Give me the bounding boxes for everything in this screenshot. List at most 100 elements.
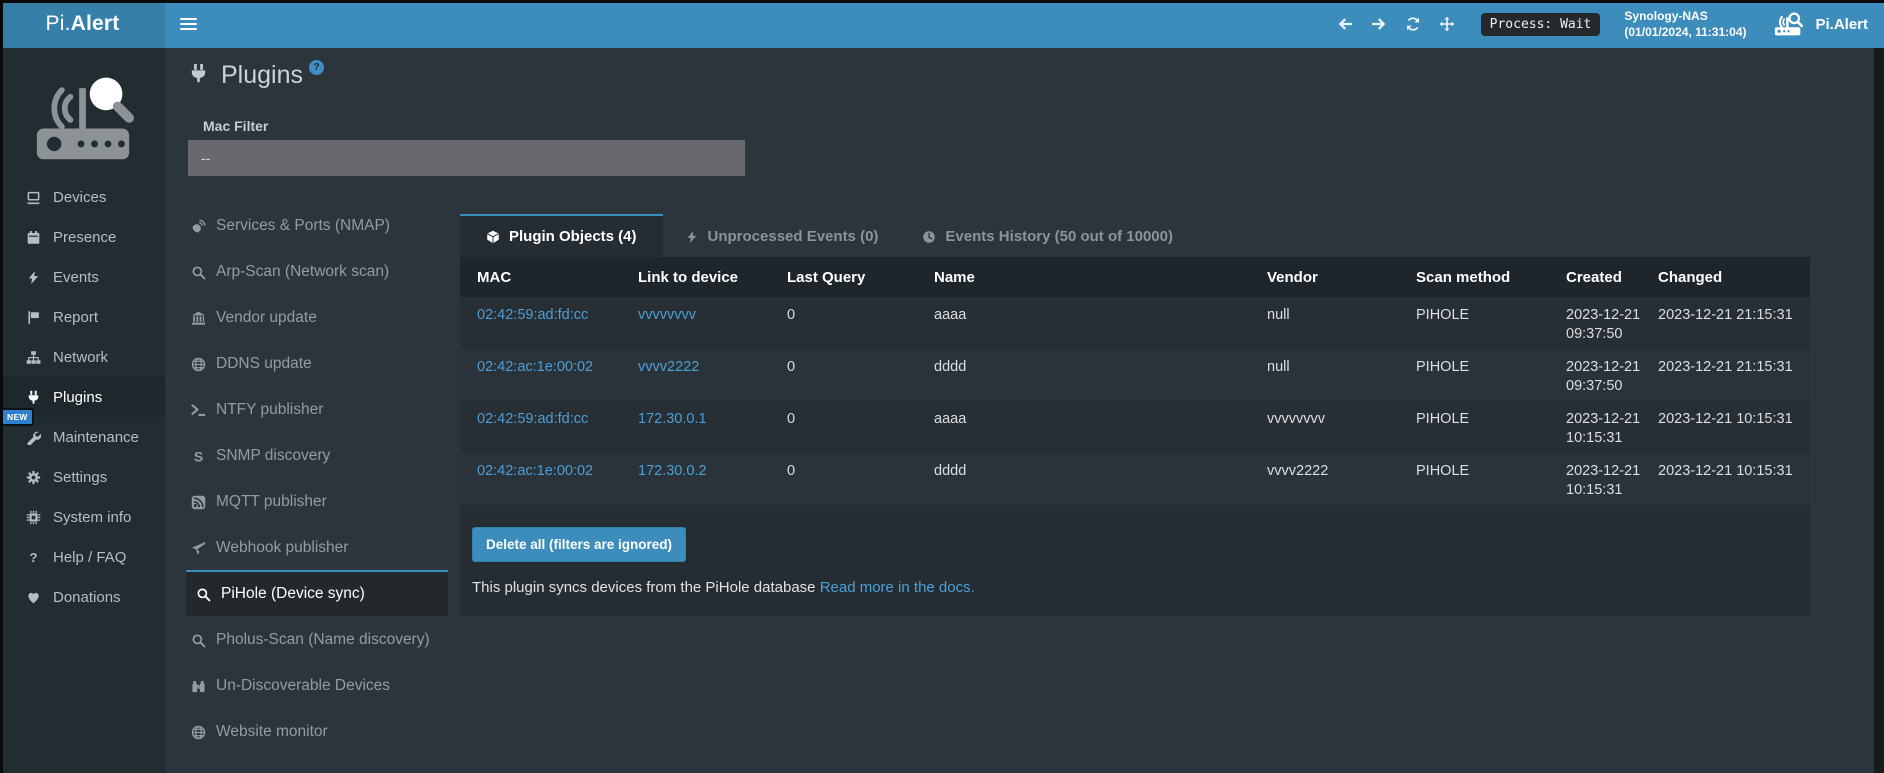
tab-unprocessed-events-0[interactable]: Unprocessed Events (0): [663, 214, 901, 257]
column-header-scan-method: Scan method: [1408, 257, 1558, 297]
sidebar-item-label: Events: [53, 269, 99, 286]
sidebar-item-report[interactable]: Report: [0, 297, 165, 337]
brand-logo[interactable]: Pi.Alert: [0, 0, 165, 48]
cell-mac: 02:42:ac:1e:00:02: [460, 349, 630, 401]
device-link[interactable]: vvvv2222: [638, 359, 699, 375]
help-badge[interactable]: ?: [309, 60, 324, 75]
sidebar-item-donations[interactable]: Donations: [0, 577, 165, 617]
cell-link: 172.30.0.2: [630, 453, 779, 505]
binoculars-icon: [189, 679, 207, 694]
device-link[interactable]: vvvvvvvv: [638, 307, 696, 323]
plugin-nav-item-ddns-update[interactable]: DDNS update: [186, 340, 448, 386]
column-header-vendor: Vendor: [1259, 257, 1408, 297]
bolt-icon: [685, 230, 699, 244]
clock-icon: [922, 230, 936, 244]
tab-label: Events History (50 out of 10000): [945, 228, 1173, 245]
plugin-nav-item-services-ports-nmap[interactable]: Services & Ports (NMAP): [186, 202, 448, 248]
plugin-nav-item-un-discoverable-devices[interactable]: Un-Discoverable Devices: [186, 662, 448, 708]
plugin-nav-item-mqtt-publisher[interactable]: MQTT publisher: [186, 478, 448, 524]
plugin-nav-item-ntfy-publisher[interactable]: NTFY publisher: [186, 386, 448, 432]
device-link[interactable]: 172.30.0.2: [638, 463, 707, 479]
laptop-icon: [22, 190, 44, 205]
device-link[interactable]: 172.30.0.1: [638, 411, 707, 427]
sidebar-item-devices[interactable]: Devices: [0, 177, 165, 217]
cell-name: dddd: [926, 349, 1259, 401]
mac-link[interactable]: 02:42:ac:1e:00:02: [477, 359, 593, 375]
tab-events-history-50-out-of-10000[interactable]: Events History (50 out of 10000): [900, 214, 1195, 257]
terminal-icon: [189, 403, 207, 418]
sidebar-item-label: Plugins: [53, 389, 102, 406]
plugin-nav-item-pholus-scan-name-discovery[interactable]: Pholus-Scan (Name discovery): [186, 616, 448, 662]
plugin-nav-label: Services & Ports (NMAP): [216, 217, 390, 235]
plugin-nav-item-arp-scan-network-scan[interactable]: Arp-Scan (Network scan): [186, 248, 448, 294]
table-row: 02:42:ac:1e:00:02vvvv22220ddddnullPIHOLE…: [460, 349, 1810, 401]
plugin-nav-label: Website monitor: [216, 723, 328, 741]
plugin-nav-item-website-monitor[interactable]: Website monitor: [186, 708, 448, 754]
plugin-nav-item-snmp-discovery[interactable]: SSNMP discovery: [186, 432, 448, 478]
plugin-nav-item-vendor-update[interactable]: Vendor update: [186, 294, 448, 340]
cell-mac: 02:42:ac:1e:00:02: [460, 453, 630, 505]
router-magnifier-logo-icon: [25, 67, 141, 167]
chip-icon: [22, 510, 44, 525]
tab-label: Unprocessed Events (0): [708, 228, 879, 245]
nav-back-button[interactable]: [1337, 15, 1353, 33]
plugin-nav-label: PiHole (Device sync): [221, 585, 365, 603]
plugin-nav-label: DDNS update: [216, 355, 312, 373]
plugin-nav-label: Un-Discoverable Devices: [216, 677, 390, 695]
svg-text:?: ?: [29, 550, 37, 565]
move-button[interactable]: [1439, 15, 1455, 33]
sidebar-item-label: Presence: [53, 229, 116, 246]
sidebar-item-settings[interactable]: Settings: [0, 457, 165, 497]
sidebar-logo: [0, 48, 165, 177]
sidebar-item-label: Report: [53, 309, 98, 326]
heart-icon: [22, 590, 44, 605]
table-header-row: MACLink to deviceLast QueryNameVendorSca…: [460, 257, 1810, 297]
tab-panel: MACLink to deviceLast QueryNameVendorSca…: [460, 257, 1810, 616]
sidebar-toggle-button[interactable]: [165, 0, 211, 48]
sidebar-item-presence[interactable]: Presence: [0, 217, 165, 257]
arrow-right-icon: [1371, 15, 1387, 33]
router-icon: [1772, 11, 1806, 37]
main-content: Plugins ? Mac Filter Services & Ports (N…: [165, 48, 1884, 773]
cell-scan-method: PIHOLE: [1408, 453, 1558, 505]
mac-filter-input[interactable]: [188, 140, 745, 176]
sidebar-item-system-info[interactable]: System info: [0, 497, 165, 537]
sidebar-item-label: Maintenance: [53, 429, 139, 446]
plugin-list-nav: Services & Ports (NMAP) Arp-Scan (Network…: [186, 202, 448, 754]
sidebar-item-label: Settings: [53, 469, 107, 486]
cell-link: 172.30.0.1: [630, 401, 779, 453]
window-edge-top: [0, 0, 1884, 3]
column-header-link-to-device: Link to device: [630, 257, 779, 297]
sidebar-item-network[interactable]: Network: [0, 337, 165, 377]
cell-last-query: 0: [779, 453, 926, 505]
cell-name: aaaa: [926, 401, 1259, 453]
plugin-nav-item-webhook-publisher[interactable]: Webhook publisher: [186, 524, 448, 570]
sidebar-item-maintenance[interactable]: NEWMaintenance: [0, 417, 165, 457]
scrollbar[interactable]: [1874, 48, 1884, 773]
mac-link[interactable]: 02:42:ac:1e:00:02: [477, 463, 593, 479]
search-icon: [189, 633, 207, 648]
cell-created: 2023-12-21 09:37:50: [1558, 297, 1650, 349]
sidebar-item-events[interactable]: Events: [0, 257, 165, 297]
nav-forward-button[interactable]: [1371, 15, 1387, 33]
tab-bar: Plugin Objects (4) Unprocessed Events (0)…: [460, 214, 1810, 257]
column-header-name: Name: [926, 257, 1259, 297]
docs-link[interactable]: Read more in the docs.: [820, 579, 975, 596]
refresh-button[interactable]: [1405, 15, 1421, 33]
mac-link[interactable]: 02:42:59:ad:fd:cc: [477, 411, 588, 427]
plugin-nav-item-pihole-device-sync[interactable]: PiHole (Device sync): [186, 570, 448, 616]
cell-last-query: 0: [779, 297, 926, 349]
svg-text:S: S: [193, 449, 202, 464]
satellite-dish-icon: [189, 219, 207, 234]
table-row: 02:42:59:ad:fd:ccvvvvvvvv0aaaanullPIHOLE…: [460, 297, 1810, 349]
mac-link[interactable]: 02:42:59:ad:fd:cc: [477, 307, 588, 323]
plugin-nav-label: Arp-Scan (Network scan): [216, 263, 389, 281]
device-info: Synology-NAS (01/01/2024, 11:31:04): [1624, 8, 1746, 40]
plugin-description: This plugin syncs devices from the PiHol…: [472, 579, 816, 596]
plugin-objects-table: MACLink to deviceLast QueryNameVendorSca…: [460, 257, 1810, 505]
page-title: Plugins: [221, 56, 303, 94]
delete-all-button[interactable]: Delete all (filters are ignored): [472, 527, 686, 562]
tab-plugin-objects-4[interactable]: Plugin Objects (4): [460, 214, 663, 257]
column-header-changed: Changed: [1650, 257, 1810, 297]
sidebar-item-help-faq[interactable]: ?Help / FAQ: [0, 537, 165, 577]
